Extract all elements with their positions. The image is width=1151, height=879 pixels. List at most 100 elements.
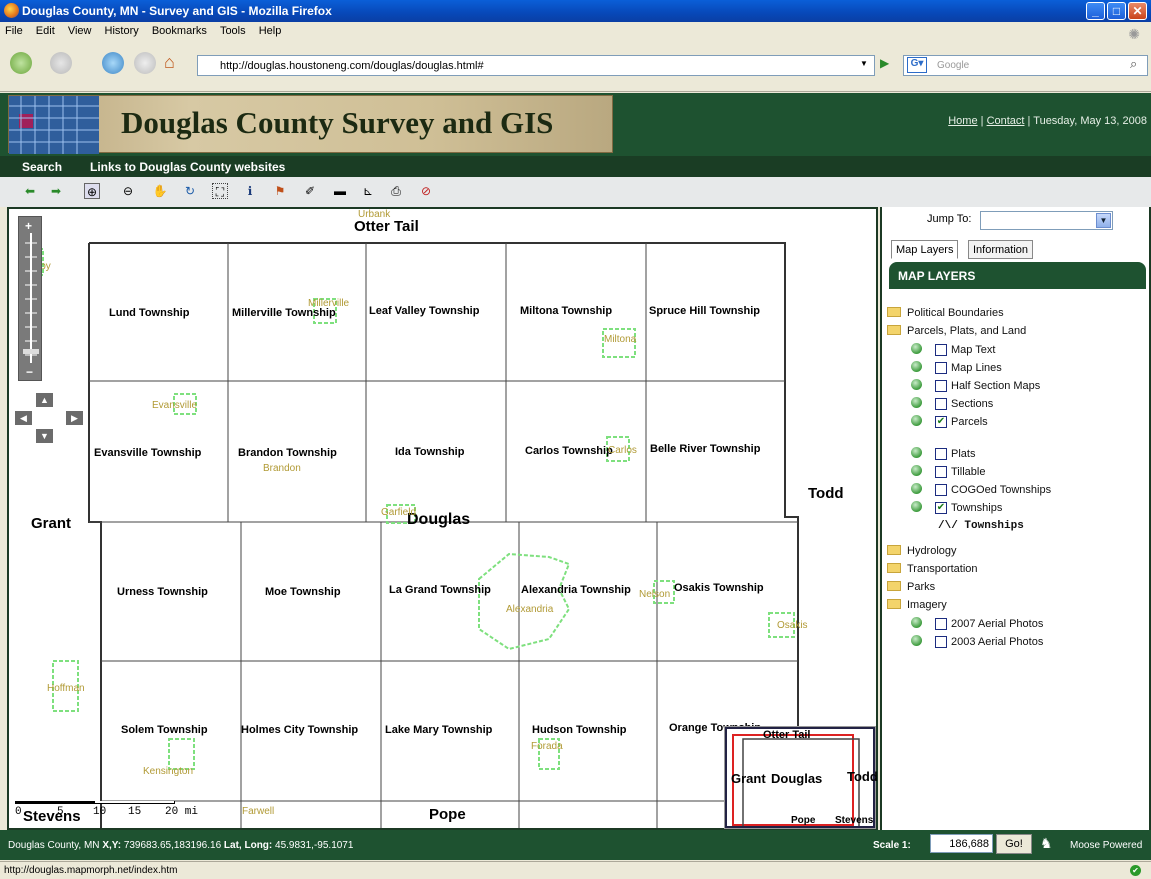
pan-up-button[interactable]: ▲	[36, 393, 53, 407]
jump-to-select[interactable]: ▼	[980, 211, 1113, 230]
tab-information[interactable]: Information	[968, 240, 1034, 259]
township-label: Evansville Township	[94, 447, 202, 459]
full-extent-icon[interactable]: ⛶	[212, 183, 228, 199]
search-input[interactable]: Google	[903, 55, 1148, 76]
layer-checkbox[interactable]	[935, 362, 947, 374]
county-label-todd: Todd	[808, 485, 844, 502]
google-icon[interactable]: G▾	[907, 57, 927, 73]
date-text: Tuesday, May 13, 2008	[1033, 115, 1147, 127]
zoom-slider[interactable]: + −	[18, 216, 42, 381]
layer-group-hydrology[interactable]: Hydrology	[887, 545, 957, 557]
eraser-icon[interactable]: ✐	[302, 183, 318, 199]
layer-checkbox[interactable]	[935, 344, 947, 356]
search-icon[interactable]: ⌕	[1130, 56, 1137, 72]
layer-checkbox-checked[interactable]: ✔	[935, 502, 947, 514]
pan-left-button[interactable]: ◀	[15, 411, 32, 425]
overview-map[interactable]: Otter Tail Grant Douglas Todd Pope Steve…	[725, 727, 878, 828]
layer-group-parks[interactable]: Parks	[887, 581, 935, 593]
city-label: Alexandria	[506, 604, 554, 615]
scale-label: Scale 1:	[873, 840, 911, 851]
layer-status-icon	[911, 447, 922, 458]
minimize-button[interactable]: _	[1086, 2, 1105, 20]
layer-checkbox[interactable]	[935, 448, 947, 460]
scale-input[interactable]: 186,688	[930, 834, 993, 853]
layer-checkbox[interactable]	[935, 380, 947, 392]
go-arrow-icon[interactable]: ▶	[880, 56, 889, 70]
reload-button[interactable]	[102, 52, 124, 74]
done-icon: ✔	[1130, 865, 1141, 876]
maximize-button[interactable]: □	[1107, 2, 1126, 20]
menu-bookmarks[interactable]: Bookmarks	[147, 22, 212, 37]
moose-powered-text: Moose Powered	[1070, 840, 1143, 851]
layer-checkbox[interactable]	[935, 398, 947, 410]
county-name: Douglas County, MN	[8, 840, 100, 851]
city-label: Garfield	[381, 507, 417, 518]
menu-file[interactable]: File	[0, 22, 28, 37]
nav-links[interactable]: Links to Douglas County websites	[90, 160, 285, 174]
city-label: Brandon	[263, 463, 301, 474]
zoom-out-button[interactable]: −	[26, 365, 33, 379]
next-extent-icon[interactable]: ➡	[48, 183, 64, 199]
info-icon[interactable]: ℹ	[242, 183, 258, 199]
measure-icon[interactable]: ▬	[332, 183, 348, 199]
menu-edit[interactable]: Edit	[31, 22, 60, 37]
contact-link[interactable]: Contact	[987, 115, 1025, 127]
group-label: Imagery	[907, 599, 947, 611]
layer-group-political[interactable]: Political Boundaries	[887, 307, 1004, 319]
latlong-label: Lat, Long:	[223, 840, 273, 851]
layer-group-parcels[interactable]: Parcels, Plats, and Land	[887, 325, 1026, 337]
menu-help[interactable]: Help	[254, 22, 287, 37]
layer-group-transportation[interactable]: Transportation	[887, 563, 978, 575]
back-button[interactable]	[10, 52, 32, 74]
refresh-map-icon[interactable]: ↻	[182, 183, 198, 199]
status-url: http://douglas.mapmorph.net/index.htm	[4, 865, 178, 876]
township-label: Spruce Hill Township	[649, 305, 761, 317]
zoom-out-tool-icon[interactable]: ⊖	[120, 183, 136, 199]
township-label: Lake Mary Township	[385, 724, 493, 736]
xy-value: 739683.65,183196.16	[123, 840, 222, 851]
layer-group-imagery[interactable]: Imagery	[887, 599, 947, 611]
layer-status-icon	[911, 397, 922, 408]
print-icon[interactable]: ⎙	[388, 183, 404, 199]
url-bar[interactable]: http://douglas.houstoneng.com/douglas/do…	[197, 55, 875, 76]
home-icon[interactable]: ⌂	[164, 52, 175, 73]
coordinates-icon[interactable]: ⊾	[360, 183, 376, 199]
layer-status-icon	[911, 635, 922, 646]
home-link[interactable]: Home	[948, 115, 977, 127]
previous-extent-icon[interactable]: ⬅	[22, 183, 38, 199]
pan-right-button[interactable]: ▶	[66, 411, 83, 425]
layer-checkbox-checked[interactable]: ✔	[935, 416, 947, 428]
layer-checkbox[interactable]	[935, 618, 947, 630]
zoom-in-tool-icon[interactable]: ⊕	[84, 183, 100, 199]
zoom-in-button[interactable]: +	[25, 219, 32, 233]
city-label: Forada	[531, 741, 563, 752]
county-label-grant: Grant	[31, 515, 72, 532]
map-viewport[interactable]: Otter Tail Grant Todd Douglas Pope Steve…	[7, 207, 878, 830]
chevron-down-icon[interactable]: ▼	[1096, 213, 1111, 228]
close-button[interactable]: ✕	[1128, 2, 1147, 20]
overview-label: Grant	[731, 771, 766, 786]
layer-status-icon	[911, 343, 922, 354]
menu-history[interactable]: History	[100, 22, 144, 37]
menu-tools[interactable]: Tools	[215, 22, 251, 37]
forward-button[interactable]	[50, 52, 72, 74]
site-title: Douglas County Survey and GIS	[121, 105, 554, 140]
pan-hand-icon[interactable]: ✋	[152, 183, 168, 199]
go-button[interactable]: Go!	[996, 834, 1032, 854]
tab-map-layers[interactable]: Map Layers	[891, 240, 959, 259]
township-label: Holmes City Township	[241, 724, 359, 736]
banner-links: Home | Contact | Tuesday, May 13, 2008	[948, 115, 1147, 127]
city-label: Kensington	[143, 766, 194, 777]
layer-checkbox[interactable]	[935, 466, 947, 478]
layer-checkbox[interactable]	[935, 636, 947, 648]
layer-checkbox[interactable]	[935, 484, 947, 496]
clear-selection-icon[interactable]: ⊘	[418, 183, 434, 199]
nav-search[interactable]: Search	[22, 160, 62, 174]
menu-view[interactable]: View	[63, 22, 97, 37]
site-banner: Douglas County Survey and GIS Home | Con…	[0, 93, 1151, 156]
url-dropdown-icon[interactable]: ▼	[860, 59, 868, 68]
pan-down-button[interactable]: ▼	[36, 429, 53, 443]
legend-row: /\/ Townships	[938, 520, 1024, 532]
stop-button[interactable]	[134, 52, 156, 74]
select-icon[interactable]: ⚑	[272, 183, 288, 199]
